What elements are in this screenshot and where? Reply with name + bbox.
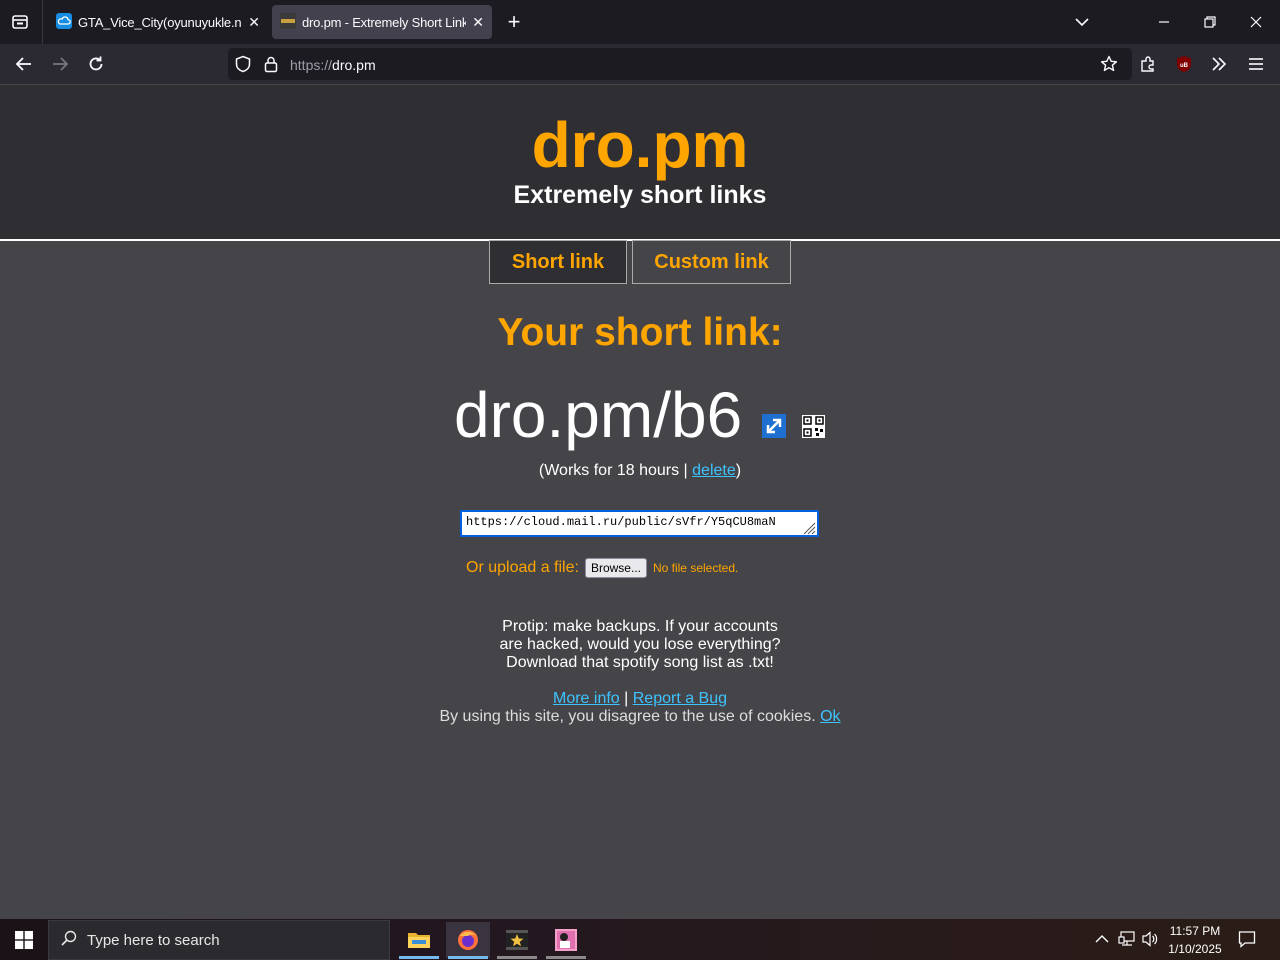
clock-time: 11:57 PM (1169, 924, 1221, 938)
tab-title: GTA_Vice_City(oyunuyukle.net) (78, 14, 243, 30)
url-text[interactable]: https://dro.pm (290, 57, 376, 73)
dro-favicon-icon (280, 12, 296, 32)
extensions-puzzle-icon[interactable] (1132, 48, 1164, 80)
more-info-link[interactable]: More info (553, 690, 620, 707)
windows-start-icon[interactable] (2, 922, 46, 958)
forward-arrow-icon[interactable] (44, 48, 76, 80)
url-textarea[interactable]: https://cloud.mail.ru/public/sVfr/Y5qCU8… (460, 510, 819, 537)
protip-line: are hacked, would you lose everything? (499, 636, 781, 653)
volume-icon[interactable] (1141, 931, 1159, 952)
hamburger-menu-icon[interactable] (1240, 48, 1272, 80)
site-subtitle: Extremely short links (513, 181, 767, 209)
upload-row: Or upload a file: Browse... No file sele… (466, 558, 738, 578)
tab-gta-vice-city[interactable]: GTA_Vice_City(oyunuyukle.net) ✕ (48, 5, 268, 39)
site-title: dro.pm (531, 109, 749, 181)
ublock-origin-icon[interactable]: uB (1168, 48, 1200, 80)
expiry-text: (Works for 18 hours | (538, 462, 693, 479)
report-bug-link[interactable]: Report a Bug (633, 690, 727, 707)
protip-line: Protip: make backups. If your accounts (502, 618, 778, 635)
cookie-notice: By using this site, you disagree to the … (0, 708, 1280, 726)
expiry-close: ) (735, 462, 742, 479)
minimize-icon[interactable] (1148, 6, 1180, 38)
overflow-chevrons-icon[interactable] (1203, 48, 1235, 80)
link-separator: | (619, 690, 633, 707)
no-file-status: No file selected. (652, 561, 739, 575)
movie-app-icon[interactable] (495, 922, 539, 958)
firefox-icon[interactable] (446, 922, 490, 958)
file-explorer-icon[interactable] (397, 922, 441, 958)
close-window-icon[interactable] (1240, 6, 1272, 38)
tab-divider (42, 0, 43, 44)
search-placeholder: Type here to search (87, 931, 220, 949)
back-arrow-icon[interactable] (8, 48, 40, 80)
open-link-icon[interactable] (762, 414, 786, 443)
taskbar-clock[interactable]: 11:57 PM 1/10/2025 (1160, 922, 1230, 958)
your-short-link-heading: Your short link: (497, 311, 783, 354)
url-protocol: https:// (290, 57, 333, 73)
list-tabs-chevron-icon[interactable] (1066, 6, 1098, 38)
expiry-notice: (Works for 18 hours | delete) (0, 462, 1280, 480)
footer-links: More info | Report a Bug (0, 690, 1280, 708)
upload-label: Or upload a file: (466, 559, 579, 576)
tab-dro-pm[interactable]: dro.pm - Extremely Short Links ✕ (272, 5, 492, 39)
image-app-icon[interactable] (544, 922, 588, 958)
delete-link[interactable]: delete (692, 462, 736, 479)
tab-short-link[interactable]: Short link (489, 240, 627, 284)
lock-icon[interactable] (264, 55, 278, 78)
close-tab-icon[interactable]: ✕ (248, 14, 260, 31)
firefox-view-icon[interactable] (4, 6, 36, 38)
notifications-icon[interactable] (1238, 930, 1256, 953)
resize-grip-icon[interactable] (802, 521, 816, 540)
network-icon[interactable] (1118, 931, 1136, 952)
new-tab-icon[interactable]: + (498, 6, 530, 38)
close-tab-icon[interactable]: ✕ (472, 14, 484, 31)
taskbar-search[interactable]: Type here to search (48, 920, 390, 960)
url-host: dro.pm (332, 57, 376, 73)
active-app-indicator (448, 956, 488, 959)
running-app-indicator (546, 956, 586, 959)
clock-date: 1/10/2025 (1168, 942, 1222, 956)
tab-title: dro.pm - Extremely Short Links (302, 14, 467, 30)
bookmark-star-icon[interactable] (1093, 48, 1125, 80)
search-icon (61, 930, 77, 950)
svg-text:uB: uB (1180, 63, 1189, 69)
protip-line: Download that spotify song list as .txt! (506, 654, 774, 671)
chevron-up-icon[interactable] (1094, 932, 1110, 950)
cookie-ok-link[interactable]: Ok (820, 708, 840, 725)
restore-icon[interactable] (1194, 6, 1226, 38)
cloud-favicon-icon (56, 12, 72, 32)
short-link-text[interactable]: dro.pm/b6 (454, 378, 742, 452)
running-app-indicator (497, 956, 537, 959)
cookie-text: By using this site, you disagree to the … (439, 708, 821, 725)
qr-code-icon[interactable] (802, 415, 825, 443)
tab-custom-link[interactable]: Custom link (632, 240, 791, 284)
shield-icon[interactable] (234, 55, 252, 78)
browse-button[interactable]: Browse... (584, 558, 647, 578)
protip: Protip: make backups. If your accounts a… (0, 618, 1280, 672)
reload-icon[interactable] (80, 48, 112, 80)
active-app-indicator (399, 956, 439, 959)
